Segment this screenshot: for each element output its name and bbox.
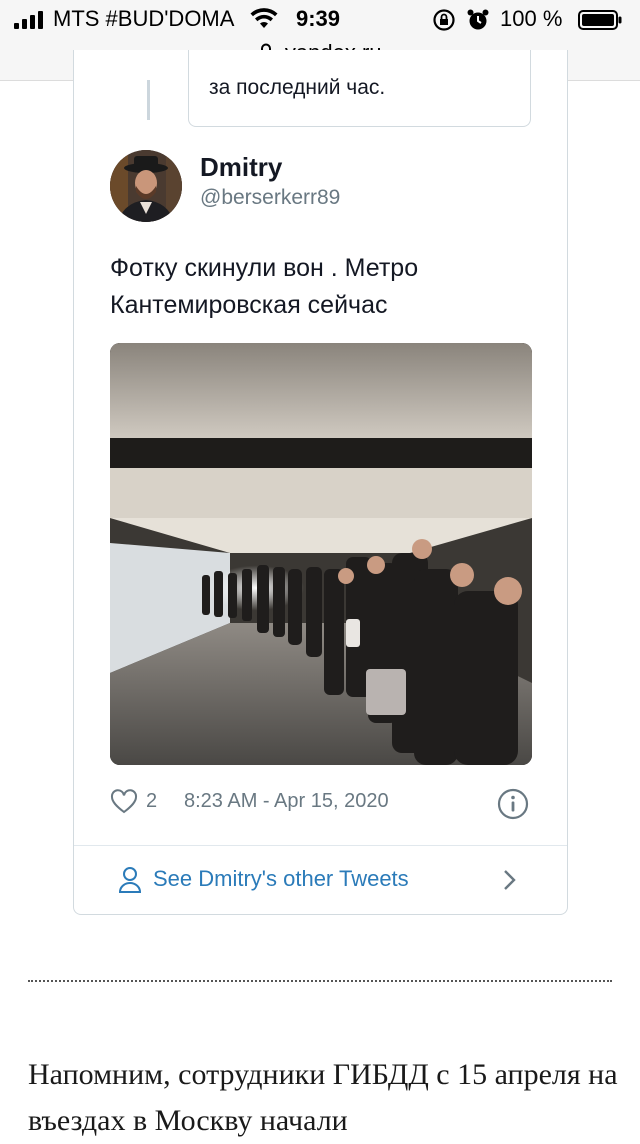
chevron-right-icon[interactable] (502, 868, 518, 892)
battery-icon (578, 10, 622, 30)
author-username[interactable]: @berserkerr89 (200, 186, 340, 210)
wifi-icon (250, 8, 278, 28)
author-display-name[interactable]: Dmitry (200, 152, 282, 183)
carrier-name: MTS #BUD'DOMA (53, 6, 235, 31)
article-paragraph: Напомним, сотрудники ГИБДД с 15 апреля н… (28, 1058, 618, 1137)
avatar[interactable] (110, 150, 182, 222)
see-other-tweets-label[interactable]: See Dmitry's other Tweets (153, 866, 409, 892)
like-count[interactable]: 2 (146, 790, 157, 813)
battery-percent: 100 % (500, 6, 563, 31)
tweet-timestamp[interactable]: 8:23 AM - Apr 15, 2020 (184, 790, 389, 813)
quoted-tweet[interactable]: за последний час. (188, 50, 531, 127)
info-icon[interactable] (497, 788, 529, 820)
section-divider (28, 980, 612, 982)
quoted-tweet-text: за последний час. (209, 76, 386, 99)
orientation-lock-icon (433, 9, 455, 31)
tweet-text: Фотку скинули вон . Метро Кантемировская… (110, 254, 419, 319)
signal-icon (14, 11, 46, 29)
see-other-tweets-link[interactable]: See Dmitry's other Tweets (74, 846, 567, 914)
tweet-meta-row: 2 8:23 AM - Apr 15, 2020 (110, 788, 534, 820)
heart-icon[interactable] (110, 788, 138, 816)
tweet-embed-card: за последний час. Dmitry @berserkerr89 Ф… (73, 50, 568, 915)
thread-connector-line (147, 80, 150, 120)
alarm-icon (467, 9, 489, 30)
tweet-photo[interactable] (110, 343, 532, 765)
clock: 9:39 (296, 6, 341, 31)
person-icon (118, 867, 142, 893)
